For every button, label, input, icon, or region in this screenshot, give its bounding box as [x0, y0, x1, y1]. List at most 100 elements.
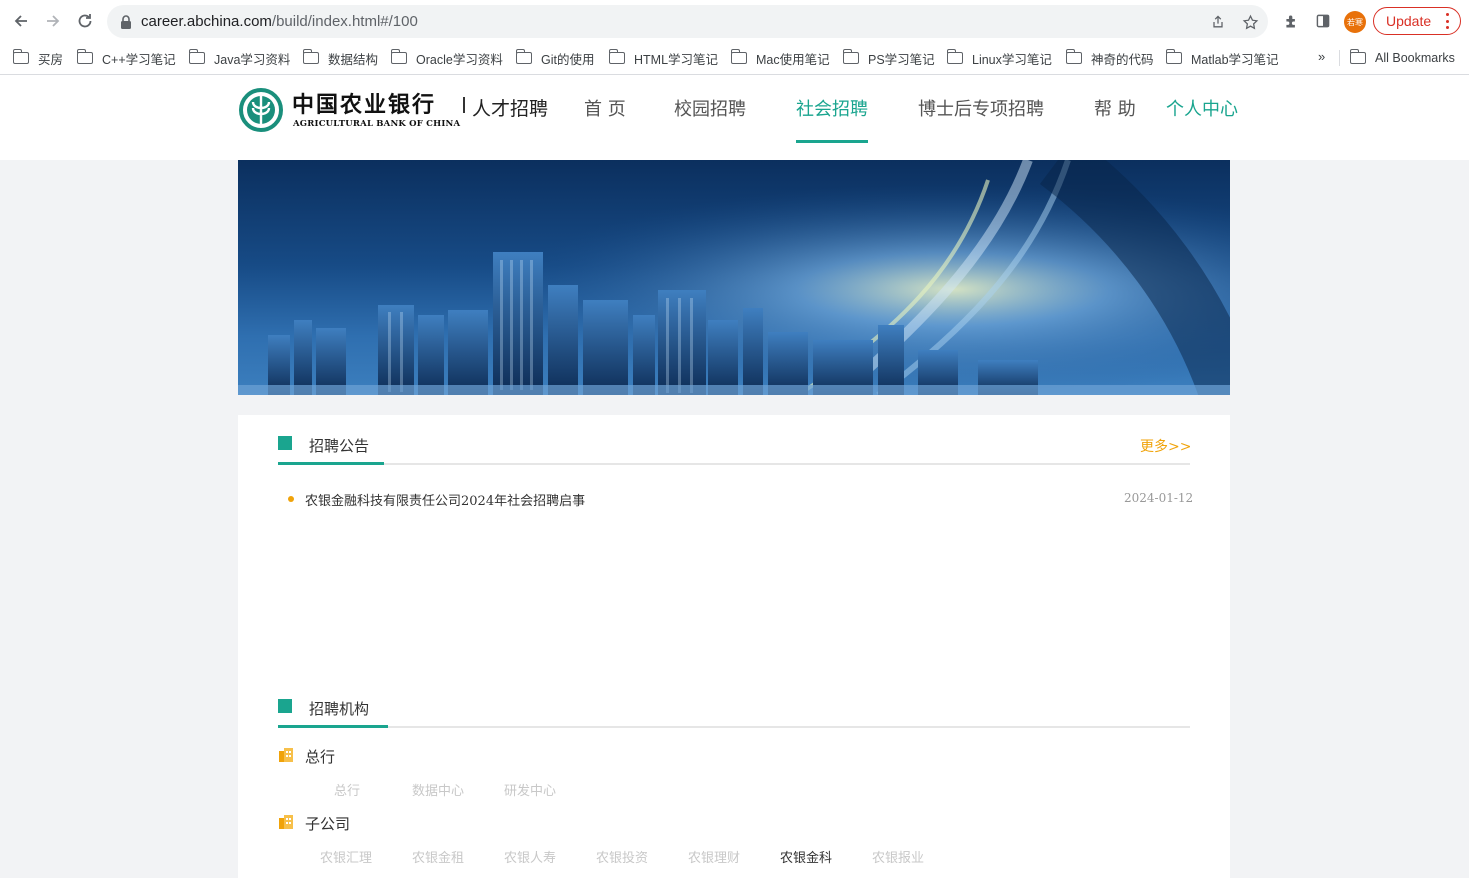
- all-bookmarks-button[interactable]: All Bookmarks: [1349, 48, 1455, 68]
- bookmark-item[interactable]: Matlab学习笔记: [1165, 48, 1279, 68]
- org-item[interactable]: 农银人寿: [504, 847, 556, 866]
- org-item[interactable]: 农银报业: [872, 847, 924, 866]
- logo-subtitle: 人才招聘: [472, 98, 549, 120]
- bookmarks-overflow-button[interactable]: »: [1318, 49, 1325, 64]
- update-label: Update: [1386, 13, 1432, 29]
- bookmark-item[interactable]: HTML学习笔记: [608, 48, 719, 68]
- url-host: career.abchina.com: [141, 13, 272, 30]
- content-panel: 招聘公告 更多>> 农银金融科技有限责任公司2024年社会招聘启事 2024-0…: [238, 415, 1230, 878]
- bookmark-label: Git的使用: [541, 52, 595, 67]
- section-marker-icon: [278, 699, 292, 713]
- org-group-subsidiaries: 子公司: [305, 815, 351, 833]
- extensions-button[interactable]: [1280, 10, 1302, 32]
- bookmarks-divider: [1339, 50, 1340, 66]
- url-path: /build/index.html#/100: [271, 13, 418, 30]
- city-skyline-image: [238, 160, 1230, 395]
- bookmark-label: Oracle学习资料: [416, 52, 503, 67]
- orgs-title: 招聘机构: [309, 700, 370, 718]
- side-panel-button[interactable]: [1312, 10, 1334, 32]
- bookmark-item[interactable]: Java学习资料: [188, 48, 291, 68]
- forward-button[interactable]: [39, 7, 67, 35]
- building-icon: [279, 748, 293, 762]
- org-item[interactable]: 研发中心: [504, 780, 556, 799]
- reload-button[interactable]: [71, 7, 99, 35]
- bookmark-item[interactable]: 买房: [12, 48, 64, 68]
- update-button[interactable]: Update: [1373, 7, 1461, 35]
- notice-date: 2024-01-12: [1124, 491, 1194, 505]
- org-item-selected[interactable]: 农银金科: [780, 847, 832, 866]
- notices-title-underline: [278, 462, 384, 465]
- org-item[interactable]: 农银理财: [688, 847, 740, 866]
- bookmark-item[interactable]: PS学习笔记: [842, 48, 935, 68]
- orgs-title-underline: [278, 725, 388, 728]
- nav-personal-center[interactable]: 个人中心: [1166, 95, 1238, 121]
- folder-icon: [12, 49, 29, 64]
- nav-social-recruitment[interactable]: 社会招聘: [796, 95, 868, 121]
- notice-bullet-icon: [288, 496, 294, 502]
- bookmark-label: 买房: [38, 52, 64, 67]
- reload-icon: [78, 14, 92, 28]
- site-header: 中国农业银行 AGRICULTURAL BANK OF CHINA 人才招聘 首…: [0, 75, 1469, 160]
- notices-divider: [278, 463, 1190, 465]
- bookmark-item[interactable]: Linux学习笔记: [946, 48, 1052, 68]
- bookmark-item[interactable]: 神奇的代码: [1065, 48, 1154, 68]
- nav-help[interactable]: 帮 助: [1094, 95, 1136, 121]
- nav-postdoc-recruitment[interactable]: 博士后专项招聘: [918, 95, 1044, 121]
- folder-icon: [608, 49, 625, 64]
- bookmark-label: 神奇的代码: [1091, 52, 1154, 67]
- logo-english-name: AGRICULTURAL BANK OF CHINA: [293, 119, 461, 129]
- bookmark-label: Mac使用笔记: [756, 52, 830, 67]
- bookmark-label: HTML学习笔记: [634, 52, 719, 67]
- folder-icon: [842, 49, 859, 64]
- bookmark-item[interactable]: Git的使用: [515, 48, 595, 68]
- orgs-divider: [278, 726, 1190, 728]
- notice-link[interactable]: 农银金融科技有限责任公司2024年社会招聘启事: [305, 490, 585, 509]
- profile-avatar[interactable]: 若寒: [1344, 11, 1366, 33]
- nav-campus-recruitment[interactable]: 校园招聘: [674, 95, 746, 121]
- nav-home[interactable]: 首 页: [584, 95, 626, 121]
- url-text[interactable]: career.abchina.com/build/index.html#/100: [141, 13, 418, 30]
- folder-icon: [1065, 49, 1082, 64]
- bookmark-label: Java学习资料: [214, 52, 291, 67]
- folder-icon: [515, 49, 532, 64]
- folder-icon: [730, 49, 747, 64]
- back-button[interactable]: [7, 7, 35, 35]
- bookmark-label: PS学习笔记: [868, 52, 935, 67]
- share-button[interactable]: [1208, 12, 1228, 32]
- bookmark-label: 数据结构: [328, 52, 379, 67]
- arrow-right-icon: [47, 15, 60, 27]
- all-bookmarks-label: All Bookmarks: [1375, 51, 1455, 65]
- folder-icon: [302, 49, 319, 64]
- folder-icon: [946, 49, 963, 64]
- org-item[interactable]: 总行: [334, 780, 360, 799]
- arrow-left-icon: [14, 15, 27, 27]
- folder-icon: [188, 49, 205, 64]
- notices-title: 招聘公告: [309, 437, 370, 455]
- bookmark-label: Linux学习笔记: [972, 52, 1052, 67]
- org-item[interactable]: 农银金租: [412, 847, 464, 866]
- bookmark-item[interactable]: C++学习笔记: [76, 48, 176, 68]
- browser-toolbar: career.abchina.com/build/index.html#/100…: [0, 0, 1469, 75]
- puzzle-icon: [1285, 15, 1295, 27]
- bookmark-label: Matlab学习笔记: [1191, 52, 1279, 67]
- lock-icon: [121, 15, 131, 29]
- building-icon: [279, 815, 293, 829]
- share-icon: [1213, 15, 1223, 28]
- star-icon: [1242, 14, 1258, 29]
- folder-icon: [1349, 49, 1366, 64]
- bookmark-item[interactable]: Oracle学习资料: [390, 48, 503, 68]
- folder-icon: [390, 49, 407, 64]
- folder-icon: [76, 49, 93, 64]
- logo-chinese-name: 中国农业银行: [292, 92, 437, 118]
- org-item[interactable]: 数据中心: [412, 780, 464, 799]
- hero-banner: [238, 160, 1230, 395]
- bookmark-item[interactable]: Mac使用笔记: [730, 48, 830, 68]
- org-item[interactable]: 农银投资: [596, 847, 648, 866]
- bookmark-star-button[interactable]: [1240, 12, 1260, 32]
- address-bar[interactable]: career.abchina.com/build/index.html#/100: [107, 5, 1268, 38]
- org-item[interactable]: 农银汇理: [320, 847, 372, 866]
- notices-more-link[interactable]: 更多>>: [1140, 436, 1191, 456]
- bookmark-item[interactable]: 数据结构: [302, 48, 379, 68]
- section-marker-icon: [278, 436, 292, 450]
- abc-logo-icon[interactable]: [239, 88, 285, 132]
